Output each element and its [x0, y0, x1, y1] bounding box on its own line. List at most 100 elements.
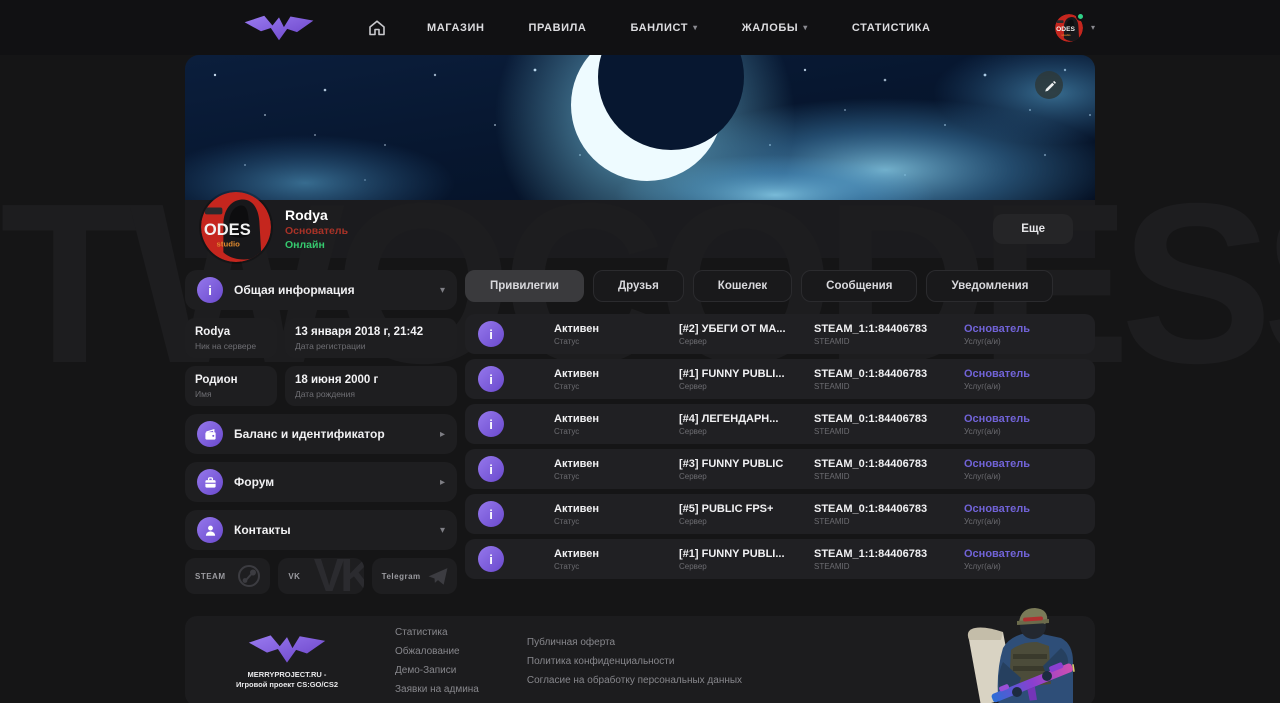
nav-item-rules[interactable]: ПРАВИЛА	[529, 22, 587, 34]
privilege-steamid: STEAM_0:1:84406783	[814, 458, 964, 470]
site-logo[interactable]	[243, 13, 315, 43]
info-label: Дата рождения	[295, 389, 447, 399]
nav-item-label: ПРАВИЛА	[529, 22, 587, 34]
privilege-service-link[interactable]: Основатель	[964, 503, 1095, 515]
column-label: Статус	[554, 427, 679, 436]
privilege-row[interactable]: i АктивенСтатус [#1] FUNNY PUBLI...Серве…	[465, 359, 1095, 399]
tab-friends[interactable]: Друзья	[593, 270, 684, 302]
column-label: Услуг(а/и)	[964, 427, 1095, 436]
contact-label: VK	[288, 572, 300, 581]
nav-item-banlist[interactable]: БАНЛИСТ▾	[630, 22, 697, 34]
tab-messages[interactable]: Сообщения	[801, 270, 917, 302]
contact-label: Telegram	[382, 572, 421, 581]
section-contacts[interactable]: Контакты ▾	[185, 510, 457, 550]
privilege-server: [#3] FUNNY PUBLIC	[679, 458, 814, 470]
tab-wallet[interactable]: Кошелек	[693, 270, 792, 302]
contact-steam-button[interactable]: STEAM	[185, 558, 270, 594]
column-label: STEAMID	[814, 472, 964, 481]
privilege-steamid: STEAM_0:1:84406783	[814, 413, 964, 425]
privilege-steamid: STEAM_1:1:84406783	[814, 548, 964, 560]
top-navigation: МАГАЗИН ПРАВИЛА БАНЛИСТ▾ ЖАЛОБЫ▾ СТАТИСТ…	[0, 0, 1280, 55]
section-balance[interactable]: Баланс и идентификатор ▸	[185, 414, 457, 454]
person-icon	[197, 517, 223, 543]
avatar[interactable]	[201, 192, 271, 262]
column-label: Сервер	[679, 337, 814, 346]
contact-vk-button[interactable]: VK VK	[278, 558, 363, 594]
privilege-service-link[interactable]: Основатель	[964, 368, 1095, 380]
footer: MERRYPROJECT.RU - Игровой проект CS:GO/C…	[185, 616, 1095, 703]
column-label: Услуг(а/и)	[964, 382, 1095, 391]
home-icon[interactable]	[367, 18, 387, 38]
privilege-service-link[interactable]: Основатель	[964, 548, 1095, 560]
privilege-steamid: STEAM_0:1:84406783	[814, 368, 964, 380]
privilege-status: Активен	[554, 503, 679, 515]
column-label: STEAMID	[814, 562, 964, 571]
info-card-registration: 13 января 2018 г, 21:42 Дата регистрации	[285, 318, 457, 358]
wallet-icon	[197, 421, 223, 447]
online-status-dot	[1076, 12, 1085, 21]
chevron-right-icon: ▸	[440, 477, 445, 488]
info-value: Родион	[195, 374, 267, 386]
privilege-service-link[interactable]: Основатель	[964, 458, 1095, 470]
column-label: Услуг(а/и)	[964, 472, 1095, 481]
footer-link-consent[interactable]: Согласие на обработку персональных данны…	[527, 671, 807, 690]
footer-link-appeal[interactable]: Обжалование	[395, 642, 479, 661]
chevron-down-icon: ▾	[1091, 23, 1095, 32]
privilege-row[interactable]: i АктивенСтатус [#4] ЛЕГЕНДАРН...Сервер …	[465, 404, 1095, 444]
privilege-row[interactable]: i АктивенСтатус [#1] FUNNY PUBLI...Серве…	[465, 539, 1095, 579]
column-label: Сервер	[679, 562, 814, 571]
privilege-server: [#4] ЛЕГЕНДАРН...	[679, 413, 814, 425]
privilege-service-link[interactable]: Основатель	[964, 323, 1095, 335]
column-label: STEAMID	[814, 382, 964, 391]
info-label: Ник на сервере	[195, 341, 267, 351]
section-general-info[interactable]: i Общая информация ▾	[185, 270, 457, 310]
info-label: Имя	[195, 389, 267, 399]
nav-item-complaints[interactable]: ЖАЛОБЫ▾	[742, 22, 808, 34]
footer-brand: MERRYPROJECT.RU - Игровой проект CS:GO/C…	[207, 632, 367, 690]
column-label: Сервер	[679, 517, 814, 526]
contact-telegram-button[interactable]: Telegram	[372, 558, 457, 594]
info-card-name: Родион Имя	[185, 366, 277, 406]
column-label: STEAMID	[814, 427, 964, 436]
vk-icon: VK	[314, 558, 364, 594]
footer-link-demos[interactable]: Демо-Записи	[395, 661, 479, 680]
column-label: STEAMID	[814, 337, 964, 346]
more-button[interactable]: Еще	[993, 214, 1073, 244]
profile-online-status: Онлайн	[285, 239, 348, 251]
privilege-status: Активен	[554, 368, 679, 380]
info-icon: i	[478, 321, 504, 347]
privilege-service-link[interactable]: Основатель	[964, 413, 1095, 425]
section-forum[interactable]: Форум ▸	[185, 462, 457, 502]
info-icon: i	[478, 366, 504, 392]
chevron-down-icon: ▾	[440, 525, 445, 536]
info-icon: i	[478, 411, 504, 437]
privilege-server: [#2] УБЕГИ ОТ МА...	[679, 323, 814, 335]
footer-link-privacy[interactable]: Политика конфиденциальности	[527, 652, 807, 671]
footer-brand-line1: MERRYPROJECT.RU -	[236, 670, 338, 680]
tab-label: Сообщения	[826, 280, 892, 292]
privilege-server: [#5] PUBLIC FPS+	[679, 503, 814, 515]
privilege-row[interactable]: i АктивенСтатус [#2] УБЕГИ ОТ МА...Серве…	[465, 314, 1095, 354]
edit-banner-button[interactable]	[1035, 71, 1063, 99]
user-menu[interactable]: ▾	[1055, 14, 1095, 42]
privilege-row[interactable]: i АктивенСтатус [#3] FUNNY PUBLICСервер …	[465, 449, 1095, 489]
tab-notifications[interactable]: Уведомления	[926, 270, 1053, 302]
section-label: Контакты	[234, 523, 291, 537]
column-label: Статус	[554, 382, 679, 391]
footer-link-statistics[interactable]: Статистика	[395, 623, 479, 642]
section-label: Баланс и идентификатор	[234, 427, 385, 441]
steam-icon	[236, 563, 262, 589]
nav-item-label: ЖАЛОБЫ	[742, 22, 799, 34]
privilege-row[interactable]: i АктивенСтатус [#5] PUBLIC FPS+Сервер S…	[465, 494, 1095, 534]
footer-link-admin-apps[interactable]: Заявки на админа	[395, 680, 479, 699]
tab-privileges[interactable]: Привилегии	[465, 270, 584, 302]
column-label: STEAMID	[814, 517, 964, 526]
tab-label: Друзья	[618, 280, 659, 292]
nav-item-shop[interactable]: МАГАЗИН	[427, 22, 485, 34]
section-label: Форум	[234, 475, 274, 489]
profile-name: Rodya	[285, 207, 348, 223]
footer-link-offer[interactable]: Публичная оферта	[527, 633, 807, 652]
privilege-steamid: STEAM_0:1:84406783	[814, 503, 964, 515]
nav-item-statistics[interactable]: СТАТИСТИКА	[852, 22, 931, 34]
column-label: Услуг(а/и)	[964, 562, 1095, 571]
